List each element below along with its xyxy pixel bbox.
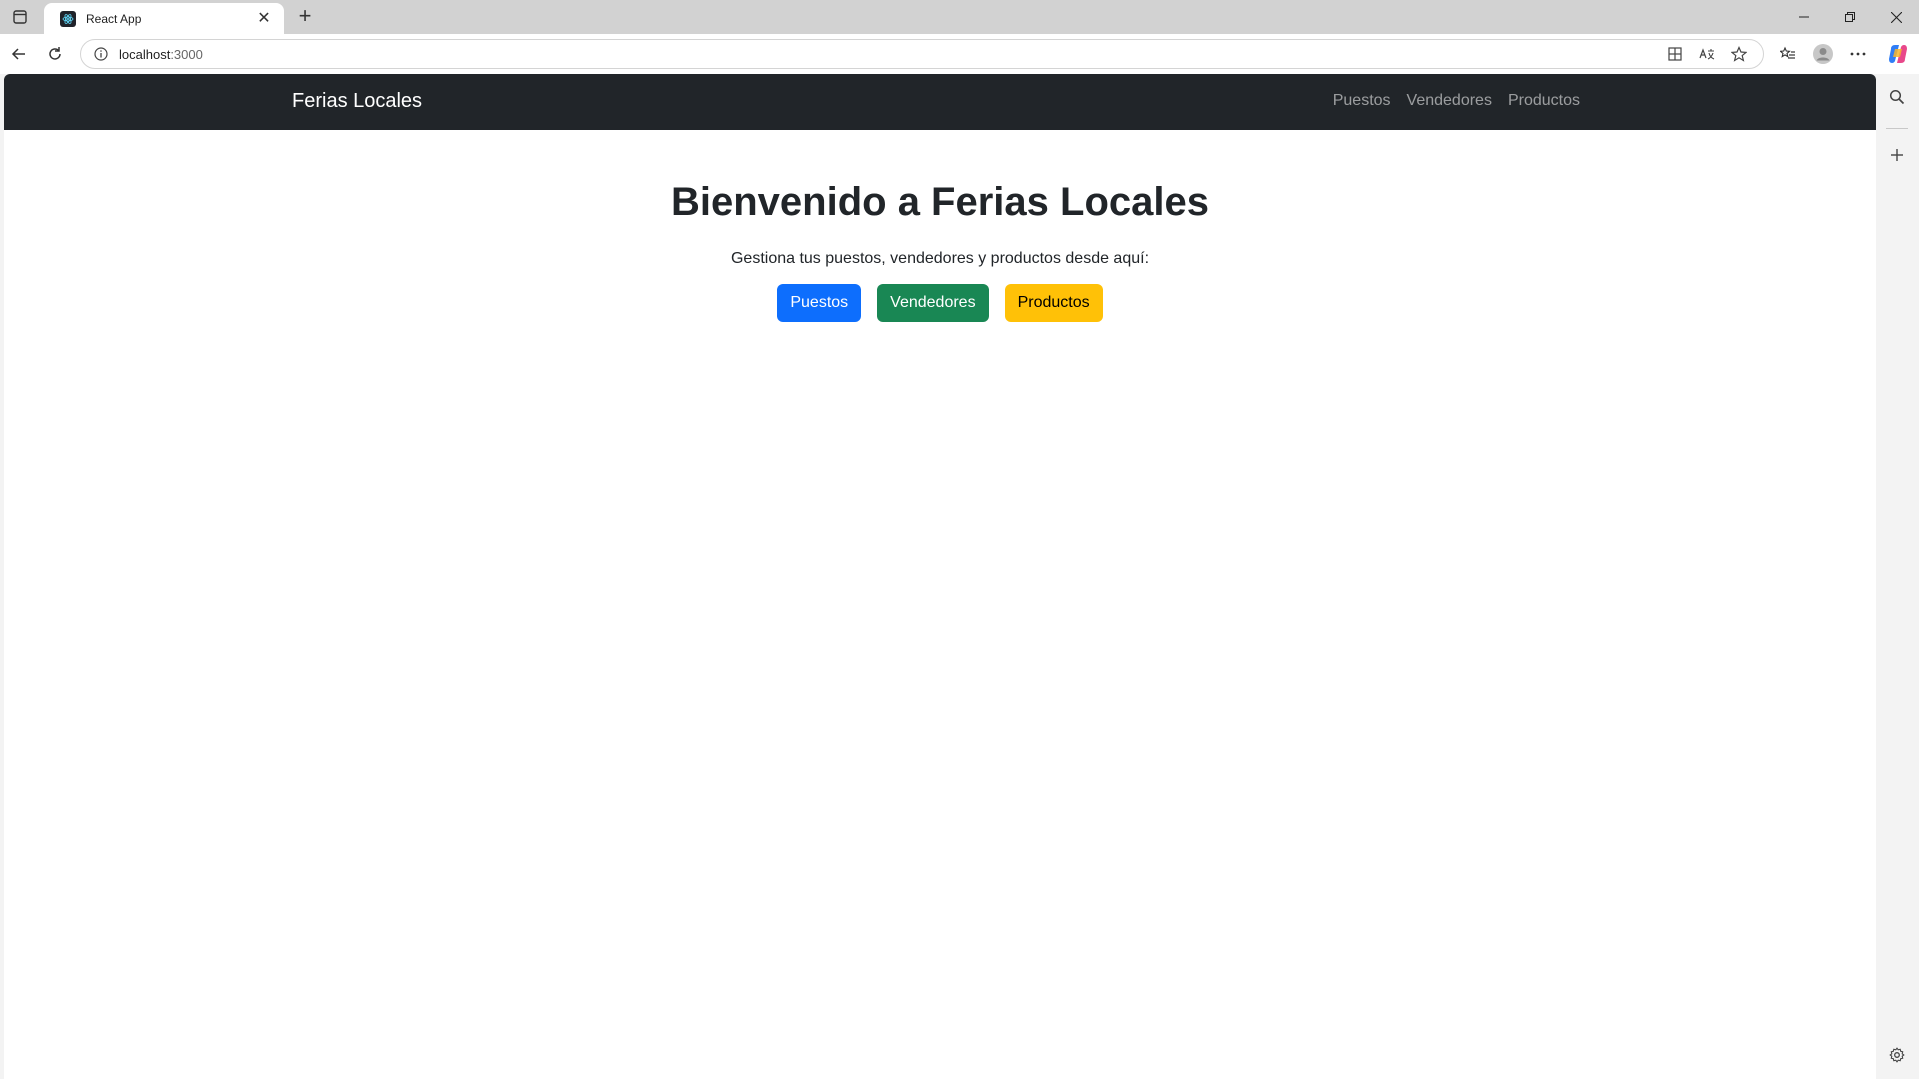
- puestos-button[interactable]: Puestos: [777, 284, 862, 322]
- url-port: :3000: [170, 46, 203, 62]
- tab-title: React App: [86, 11, 142, 26]
- plus-icon[interactable]: [1882, 140, 1912, 170]
- info-icon[interactable]: [89, 47, 113, 61]
- page-subtitle: Gestiona tus puestos, vendedores y produ…: [730, 250, 1150, 267]
- back-arrow-icon[interactable]: [4, 40, 34, 68]
- translate-icon[interactable]: [1691, 40, 1723, 68]
- edge-sidebar: [1876, 74, 1919, 1079]
- hero-section: Bienvenido a Ferias Locales Gestiona tus…: [4, 178, 1876, 322]
- close-window-button[interactable]: [1873, 0, 1919, 34]
- search-icon[interactable]: [1882, 82, 1912, 112]
- hero-buttons: Puestos Vendedores Productos: [4, 284, 1876, 322]
- nav-link-puestos[interactable]: Puestos: [1333, 92, 1391, 110]
- more-icon[interactable]: [1843, 40, 1873, 68]
- copilot-icon[interactable]: [1883, 40, 1913, 68]
- reload-icon[interactable]: [40, 40, 70, 68]
- vendedores-button[interactable]: Vendedores: [877, 284, 989, 322]
- app-icon[interactable]: [1659, 40, 1691, 68]
- nav-link-productos[interactable]: Productos: [1508, 92, 1580, 110]
- productos-button[interactable]: Productos: [1004, 284, 1103, 322]
- page-viewport: Ferias Locales Puestos Vendedores Produc…: [4, 74, 1876, 1079]
- tab-actions-icon[interactable]: [8, 6, 32, 28]
- page-title: Bienvenido a Ferias Locales: [671, 180, 1209, 224]
- browser-toolbar: localhost:3000: [0, 34, 1919, 74]
- favorites-icon[interactable]: [1773, 40, 1803, 68]
- sidebar-divider: [1886, 128, 1908, 129]
- profile-icon[interactable]: [1808, 40, 1838, 68]
- navbar-brand[interactable]: Ferias Locales: [292, 90, 422, 113]
- new-tab-button[interactable]: +: [292, 5, 318, 29]
- close-icon[interactable]: ✕: [254, 10, 274, 27]
- tab-strip: React App ✕ +: [0, 0, 1919, 34]
- url-host: localhost: [119, 46, 171, 62]
- gear-icon[interactable]: [1882, 1040, 1912, 1070]
- browser-tab[interactable]: React App ✕: [44, 3, 284, 34]
- restore-button[interactable]: [1827, 0, 1873, 34]
- minimize-button[interactable]: [1781, 0, 1827, 34]
- navbar-links: Puestos Vendedores Productos: [1333, 92, 1580, 110]
- nav-link-vendedores[interactable]: Vendedores: [1407, 92, 1492, 110]
- address-bar[interactable]: localhost:3000: [80, 39, 1764, 69]
- url-text: localhost:3000: [119, 47, 1659, 62]
- navbar: Ferias Locales Puestos Vendedores Produc…: [4, 74, 1876, 130]
- star-icon[interactable]: [1723, 40, 1755, 68]
- react-icon: [60, 10, 76, 27]
